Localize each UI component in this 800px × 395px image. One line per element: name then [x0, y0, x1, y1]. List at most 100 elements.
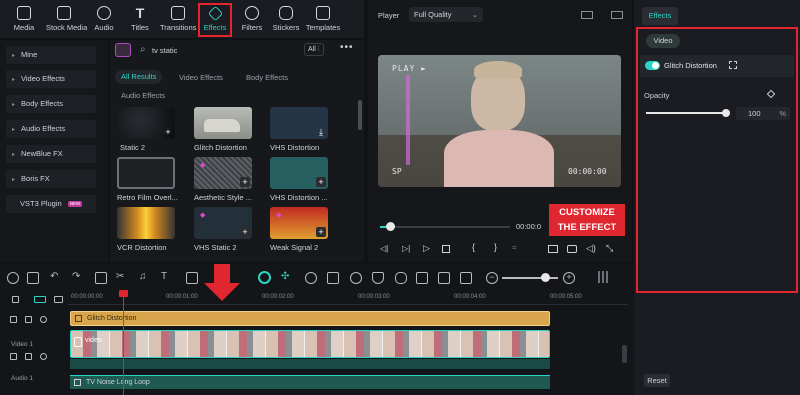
- toolbar-stock-media[interactable]: Stock Media: [46, 4, 87, 36]
- mark-out-icon[interactable]: }: [494, 242, 497, 252]
- search-input[interactable]: tv static: [152, 46, 177, 55]
- snap-icon[interactable]: ✣: [281, 271, 289, 282]
- reset-button[interactable]: Reset: [644, 374, 670, 387]
- tab-effects[interactable]: Effects: [642, 7, 678, 25]
- tab-all-results[interactable]: All Results: [115, 70, 163, 84]
- mic-icon[interactable]: [395, 272, 407, 284]
- effect-thumb-vhs-distortion-alt[interactable]: +: [270, 157, 328, 189]
- toolbar-templates[interactable]: Templates: [304, 4, 342, 36]
- stabilize-icon[interactable]: [350, 272, 362, 284]
- add-icon[interactable]: +: [163, 127, 173, 137]
- track-audio-icon[interactable]: [25, 353, 32, 360]
- opacity-value-field[interactable]: 100%: [736, 107, 790, 120]
- crop-icon[interactable]: [186, 272, 198, 284]
- color-icon[interactable]: [327, 272, 339, 284]
- delete-icon[interactable]: [95, 272, 107, 284]
- select-tool-icon[interactable]: [27, 272, 39, 284]
- magnet-icon[interactable]: [34, 296, 46, 303]
- tab-audio-effects[interactable]: Audio Effects: [121, 91, 165, 100]
- video-clip[interactable]: video: [70, 330, 550, 358]
- nav-item-newblue-fx[interactable]: ▸ NewBlue FX: [6, 145, 96, 163]
- track-lock-icon[interactable]: [10, 316, 17, 323]
- play-pause-icon[interactable]: ▷|: [402, 244, 410, 253]
- ai-effect-icon[interactable]: [115, 43, 131, 57]
- text-icon[interactable]: T: [161, 271, 167, 282]
- effect-clip[interactable]: Glitch Distortion: [70, 311, 550, 326]
- redo-icon[interactable]: ↷: [72, 271, 80, 282]
- toolbar-audio[interactable]: Audio: [86, 4, 122, 36]
- effect-thumb-vhs-distortion[interactable]: ⤓: [270, 107, 328, 139]
- nav-item-vst3-plugin[interactable]: VST3 Plugin NEW: [6, 195, 96, 213]
- effect-thumb-glitch-distortion[interactable]: [194, 107, 252, 139]
- add-icon[interactable]: +: [240, 227, 250, 237]
- toolbar-stickers[interactable]: Stickers: [268, 4, 304, 36]
- speed-icon[interactable]: [305, 272, 317, 284]
- add-icon[interactable]: +: [240, 177, 250, 187]
- zoom-slider-handle[interactable]: [541, 273, 550, 282]
- more-icon[interactable]: •••: [340, 42, 354, 53]
- clip-marker-icon[interactable]: ⌗: [512, 243, 517, 253]
- undo-icon[interactable]: ↶: [50, 271, 58, 282]
- tab-video-effects[interactable]: Video Effects: [179, 73, 223, 82]
- download-icon[interactable]: ⤓: [316, 127, 326, 137]
- effect-thumb-retro-film[interactable]: [117, 157, 175, 189]
- toolbar-filters[interactable]: Filters: [234, 4, 270, 36]
- playhead-handle[interactable]: [119, 290, 128, 297]
- fullscreen-icon[interactable]: ⤡: [606, 243, 613, 254]
- opacity-slider-handle[interactable]: [722, 109, 730, 117]
- effect-toggle[interactable]: [645, 61, 660, 70]
- playback-progress-track[interactable]: [380, 226, 510, 228]
- toolbar-effects[interactable]: Effects: [198, 3, 232, 37]
- timeline-ruler[interactable]: 00:00:00:00 00:00:01:00 00:00:02:00 00:0…: [68, 291, 628, 305]
- browser-scrollbar[interactable]: [358, 100, 362, 130]
- prev-frame-icon[interactable]: ◁|: [380, 244, 388, 253]
- tab-video[interactable]: Video: [646, 34, 680, 48]
- volume-icon[interactable]: ◁): [586, 243, 596, 254]
- grid-icon[interactable]: [598, 271, 610, 283]
- add-icon[interactable]: +: [316, 177, 326, 187]
- filter-dropdown[interactable]: All ⫶: [304, 43, 324, 56]
- tab-body-effects[interactable]: Body Effects: [246, 73, 288, 82]
- layout-icon[interactable]: [7, 272, 19, 284]
- picture-in-picture-icon[interactable]: [460, 272, 472, 284]
- audio-clip[interactable]: TV Noise Long Loop: [70, 375, 550, 389]
- add-icon[interactable]: +: [316, 227, 326, 237]
- track-lock-icon[interactable]: [10, 353, 17, 360]
- zoom-out-icon[interactable]: −: [486, 272, 498, 284]
- zoom-in-icon[interactable]: +: [563, 272, 575, 284]
- toolbar-media[interactable]: Media: [6, 4, 42, 36]
- track-eye-icon[interactable]: [40, 316, 47, 323]
- nav-item-mine[interactable]: ▸ Mine: [6, 46, 96, 64]
- effect-settings-icon[interactable]: [729, 61, 737, 69]
- nav-item-body-effects[interactable]: ▸ Body Effects: [6, 95, 96, 113]
- track-audio-icon[interactable]: [25, 316, 32, 323]
- camera-icon[interactable]: [567, 245, 577, 253]
- audio-split-icon[interactable]: ♫: [139, 271, 147, 282]
- split-icon[interactable]: ✂: [116, 271, 124, 282]
- effect-thumb-vhs-static-2[interactable]: ◆ +: [194, 207, 252, 239]
- toolbar-transitions[interactable]: Transitions: [160, 4, 196, 36]
- play-icon[interactable]: ▷: [423, 243, 430, 254]
- toolbar-titles[interactable]: T Titles: [122, 4, 158, 36]
- effect-thumb-aesthetic-style[interactable]: ◆ +: [194, 157, 252, 189]
- text-to-speech-icon[interactable]: [416, 272, 428, 284]
- mark-in-icon[interactable]: {: [472, 242, 475, 252]
- stop-icon[interactable]: [442, 245, 450, 253]
- nav-item-video-effects[interactable]: ▸ Video Effects: [6, 70, 96, 88]
- effect-thumb-vcr-distortion[interactable]: [117, 207, 175, 239]
- nav-item-audio-effects[interactable]: ▸ Audio Effects: [6, 120, 96, 138]
- snapshot-icon[interactable]: [581, 11, 593, 19]
- auto-ripple-icon[interactable]: [258, 271, 271, 284]
- track-eye-icon[interactable]: [40, 353, 47, 360]
- display-icon[interactable]: [548, 245, 558, 253]
- grid-view-icon[interactable]: [611, 11, 623, 19]
- effect-thumb-weak-signal-2[interactable]: ◆ +: [270, 207, 328, 239]
- quality-dropdown[interactable]: Full Quality ⌄: [409, 7, 483, 22]
- nav-item-boris-fx[interactable]: ▸ Boris FX: [6, 170, 96, 188]
- timeline-scrollbar[interactable]: [622, 345, 627, 363]
- track-manage-icon[interactable]: [54, 296, 63, 303]
- effect-thumb-static-2[interactable]: +: [117, 107, 175, 139]
- link-icon[interactable]: [12, 296, 19, 303]
- shield-icon[interactable]: [372, 272, 384, 284]
- export-frame-icon[interactable]: [438, 272, 450, 284]
